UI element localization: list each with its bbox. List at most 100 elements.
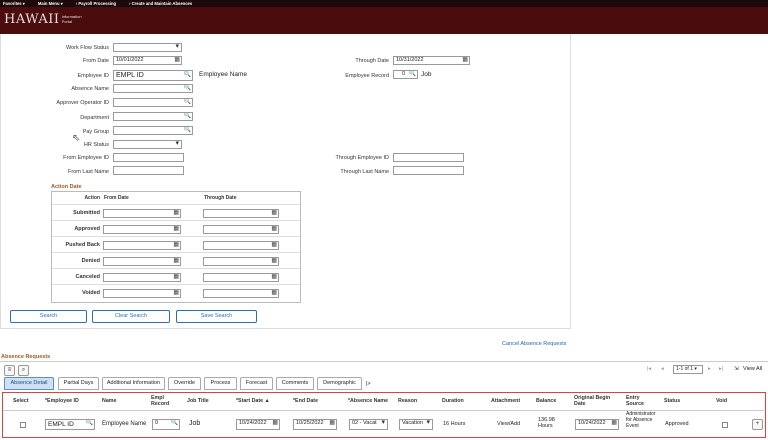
calendar-icon[interactable]: ▦	[173, 226, 179, 233]
row-action-icon[interactable]: +	[752, 419, 763, 430]
personalize-icon[interactable]: ≡	[4, 365, 15, 376]
calendar-icon[interactable]: ▦	[271, 290, 277, 297]
search-icon[interactable]: 🔍	[409, 71, 416, 78]
from-employee-id-input[interactable]	[113, 153, 184, 162]
approver-input[interactable]: 🔍	[113, 98, 193, 107]
calendar-icon[interactable]: ▦	[329, 420, 335, 427]
clear-search-button[interactable]: Clear Search	[92, 310, 170, 323]
row-status-link[interactable]: Approved	[665, 421, 689, 427]
calendar-icon[interactable]: ▦	[173, 290, 179, 297]
row-end-date-input[interactable]: 10/25/2022 ▦	[293, 419, 337, 430]
tab-additional-information[interactable]: Additional Information	[102, 377, 165, 390]
breadcrumb-absences[interactable]: › Create and Maintain Absences	[129, 1, 192, 6]
tab-process[interactable]: Process	[204, 377, 237, 390]
col-entry-source[interactable]: Entry Source	[626, 395, 648, 407]
view-all-link[interactable]: View All	[743, 366, 762, 372]
from-last-name-input[interactable]	[113, 166, 184, 175]
calendar-icon[interactable]: ▦	[271, 242, 277, 249]
hawaii-logo[interactable]: HAWAII Information Portal	[4, 12, 92, 27]
search-icon[interactable]: 🔍	[184, 113, 191, 120]
calendar-icon[interactable]: ▦	[271, 210, 277, 217]
absence-name-input[interactable]: 🔍	[113, 84, 193, 93]
row-reason-select[interactable]: Vacation	[399, 419, 433, 430]
employee-id-input[interactable]: EMPL ID	[113, 70, 193, 81]
search-icon[interactable]: 🔍	[184, 85, 191, 92]
more-tabs-icon[interactable]: |>	[366, 381, 371, 387]
search-icon[interactable]: 🔍	[184, 99, 191, 106]
search-icon[interactable]: 🔍	[86, 420, 93, 427]
canceled-from-input[interactable]: ▦	[103, 273, 181, 282]
col-duration[interactable]: Duration	[442, 398, 464, 404]
col-reason[interactable]: Reason	[398, 398, 417, 404]
denied-through-input[interactable]: ▦	[203, 257, 279, 266]
col-balance[interactable]: Balance	[536, 398, 556, 404]
col-job-title[interactable]: Job Title	[187, 398, 209, 404]
through-employee-id-input[interactable]	[393, 153, 464, 162]
approved-through-input[interactable]: ▦	[203, 225, 279, 234]
view-all-icon[interactable]: ⇲	[734, 366, 739, 372]
tab-absence-detail[interactable]: Absence Detail	[4, 377, 54, 390]
approved-from-input[interactable]: ▦	[103, 225, 181, 234]
col-attachment[interactable]: Attachment	[491, 398, 520, 404]
search-icon[interactable]: 🔍	[183, 71, 192, 80]
calendar-icon[interactable]: ▦	[611, 420, 617, 427]
row-employee-name-link[interactable]: Employee Name	[102, 421, 146, 427]
pagination-select[interactable]: 1-1 of 1 ▾	[673, 365, 703, 374]
denied-from-input[interactable]: ▦	[103, 257, 181, 266]
calendar-icon[interactable]: ▦	[271, 258, 277, 265]
row-employee-id-input[interactable]: EMPL ID 🔍	[45, 419, 95, 430]
tab-comments[interactable]: Comments	[276, 377, 314, 390]
hr-status-select[interactable]	[113, 140, 182, 149]
pushed-back-from-input[interactable]: ▦	[103, 241, 181, 250]
department-input[interactable]: 🔍	[113, 112, 193, 121]
col-start-date[interactable]: *Start Date ▲	[236, 398, 270, 404]
canceled-through-input[interactable]: ▦	[203, 273, 279, 282]
col-original-begin-date[interactable]: Original Begin Date	[574, 395, 622, 407]
workflow-status-select[interactable]	[113, 43, 182, 52]
calendar-icon[interactable]: ▦	[462, 57, 468, 64]
calendar-icon[interactable]: ▦	[271, 226, 277, 233]
search-icon[interactable]: 🔍	[184, 127, 191, 134]
void-checkbox[interactable]	[722, 422, 728, 428]
tab-forecast[interactable]: Forecast	[240, 377, 273, 390]
search-icon[interactable]: 🔍	[171, 420, 178, 427]
row-start-date-input[interactable]: 10/24/2022 ▦	[236, 419, 280, 430]
col-name[interactable]: Name	[102, 398, 116, 404]
pushed-back-through-input[interactable]: ▦	[203, 241, 279, 250]
col-end-date[interactable]: *End Date	[293, 398, 318, 404]
main-menu[interactable]: Main Menu ▾	[38, 1, 63, 6]
prev-page-icon[interactable]: ◂	[661, 366, 664, 372]
submitted-from-input[interactable]: ▦	[103, 209, 181, 218]
last-page-icon[interactable]: ▸|	[719, 366, 723, 372]
cancel-absence-requests-link[interactable]: Cancel Absence Requests	[502, 341, 567, 347]
pay-group-input[interactable]: 🔍	[113, 126, 193, 135]
favorites-menu[interactable]: Favorites ▾	[3, 1, 25, 6]
row-empl-record-input[interactable]: 0 🔍	[152, 419, 180, 430]
from-date-input[interactable]: 10/01/2022 ▦	[113, 56, 182, 65]
tab-override[interactable]: Override	[168, 377, 201, 390]
calendar-icon[interactable]: ▦	[173, 210, 179, 217]
breadcrumb-payroll[interactable]: › Payroll Processing	[76, 1, 116, 6]
next-page-icon[interactable]: ▸	[708, 366, 711, 372]
calendar-icon[interactable]: ▦	[272, 420, 278, 427]
col-employee-id[interactable]: *Employee ID	[45, 398, 79, 404]
row-absence-name-select[interactable]: 02 - Vacat	[349, 419, 388, 430]
submitted-through-input[interactable]: ▦	[203, 209, 279, 218]
row-attachment-link[interactable]: View/Add	[497, 421, 520, 427]
calendar-icon[interactable]: ▦	[173, 258, 179, 265]
col-absence-name[interactable]: *Absence Name	[348, 398, 388, 404]
save-search-button[interactable]: Save Search	[176, 310, 257, 323]
voided-through-input[interactable]: ▦	[203, 289, 279, 298]
col-empl-record[interactable]: Empl Record	[151, 395, 173, 407]
tab-demographic[interactable]: Demographic	[317, 377, 362, 390]
employee-record-input[interactable]: 0 🔍	[393, 70, 418, 79]
search-button[interactable]: Search	[10, 310, 87, 323]
calendar-icon[interactable]: ▦	[271, 274, 277, 281]
tab-partial-days[interactable]: Partial Days	[58, 377, 99, 390]
calendar-icon[interactable]: ▦	[173, 242, 179, 249]
through-date-input[interactable]: 10/31/2022 ▦	[393, 56, 470, 65]
find-icon[interactable]: ⌕	[18, 365, 29, 376]
select-checkbox[interactable]	[20, 422, 26, 428]
first-page-icon[interactable]: |◂	[647, 366, 651, 372]
voided-from-input[interactable]: ▦	[103, 289, 181, 298]
